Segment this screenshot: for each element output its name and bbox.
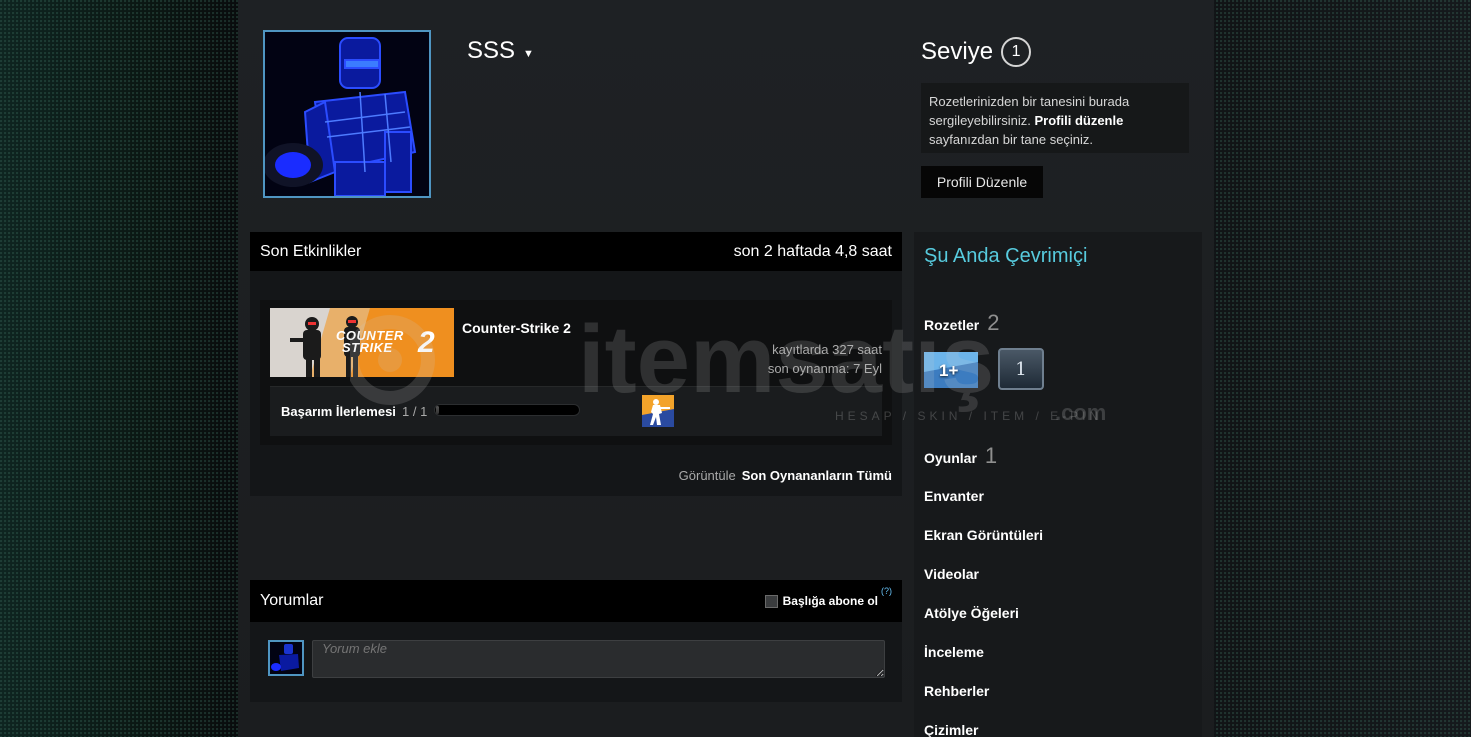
edit-profile-button[interactable]: Profili Düzenle — [921, 166, 1043, 198]
game-name-link[interactable]: Counter-Strike 2 — [462, 320, 571, 336]
badge-years-icon[interactable]: 1+ — [924, 352, 978, 388]
sidebar-item-games[interactable]: Oyunlar 1 — [924, 443, 997, 469]
username-text: SSS — [467, 37, 516, 64]
level-label: Seviye — [921, 38, 994, 65]
edit-profile-link[interactable]: Profili düzenle — [1035, 113, 1124, 128]
username-dropdown[interactable]: SSS ▼ — [467, 37, 534, 65]
badges-count: 2 — [987, 310, 1000, 335]
recent-activity-panel: Son Etkinlikler son 2 haftada 4,8 saat C… — [250, 232, 902, 496]
sidebar-item-workshop[interactable]: Atölye Öğeleri — [924, 605, 1019, 621]
recent-activity-title: Son Etkinlikler — [260, 242, 362, 260]
capsule-text-strike: STRIKE — [342, 340, 393, 355]
subscribe-label[interactable]: Başlığa abone ol — [783, 594, 878, 608]
profile-page: SSS ▼ Seviye 1 Rozetlerinizden bir tanes… — [238, 0, 1214, 737]
achievement-progress-bar — [434, 404, 580, 416]
view-all-recent-link[interactable]: Son Oynananların Tümü — [742, 468, 892, 483]
sidebar-item-reviews[interactable]: İnceleme — [924, 644, 984, 660]
game-card: COUNTER STRIKE 2 Counter-Strike 2 kayıtl… — [260, 300, 892, 445]
badge-years-text: 1+ — [939, 361, 959, 380]
caret-down-icon: ▼ — [523, 48, 534, 60]
level-section: Seviye 1 — [921, 37, 1032, 67]
profile-avatar[interactable] — [263, 30, 431, 198]
last-played: son oynanma: 7 Eyl — [767, 361, 882, 376]
sidebar-item-artwork[interactable]: Çizimler — [924, 722, 978, 737]
avatar-figure-image — [265, 32, 429, 196]
subscribe-checkbox[interactable] — [764, 594, 778, 608]
showcase-text-2: sayfanızdan bir tane seçiniz. — [929, 132, 1094, 147]
comments-panel: Yorumlar Başlığa abone ol (?) — [250, 580, 902, 702]
comments-title: Yorumlar — [260, 592, 324, 609]
cs-soldier-icon — [642, 395, 674, 427]
recent-activity-summary: son 2 haftada 4,8 saat — [733, 242, 892, 260]
profile-sidebar: Şu Anda Çevrimiçi Rozetler 2 1+ 1 Oyunla… — [914, 232, 1202, 737]
view-label: Görüntüle — [678, 468, 736, 483]
capsule-text-2: 2 — [418, 326, 435, 359]
comment-input[interactable] — [312, 640, 885, 678]
hours-on-record: kayıtlarda 327 saat — [772, 342, 882, 357]
achievement-icon[interactable] — [642, 395, 674, 427]
sidebar-item-badges[interactable]: Rozetler 2 — [924, 310, 999, 336]
badge-level-icon[interactable]: 1 — [998, 348, 1044, 390]
subscribe-toggle[interactable]: Başlığa abone ol (?) — [764, 586, 892, 608]
sidebar-item-inventory[interactable]: Envanter — [924, 488, 984, 504]
online-status: Şu Anda Çevrimiçi — [924, 245, 1088, 267]
badges-label: Rozetler — [924, 317, 980, 333]
achievement-label[interactable]: Başarım İlerlemesi — [281, 404, 396, 419]
level-badge[interactable]: 1 — [1001, 37, 1032, 67]
help-link[interactable]: (?) — [881, 586, 892, 596]
achievement-progress-row: Başarım İlerlemesi 1 / 1 — [270, 386, 882, 436]
achievement-progress-fill — [436, 406, 439, 414]
sidebar-item-videos[interactable]: Videolar — [924, 566, 979, 582]
games-count: 1 — [984, 443, 998, 468]
comment-avatar-image — [270, 642, 302, 674]
game-hours: kayıtlarda 327 saat son oynanma: 7 Eyl — [768, 340, 882, 378]
comment-avatar[interactable] — [268, 640, 304, 676]
game-capsule-image[interactable]: COUNTER STRIKE 2 — [270, 308, 454, 377]
sidebar-item-screenshots[interactable]: Ekran Görüntüleri — [924, 527, 1043, 543]
games-label: Oyunlar — [924, 450, 977, 466]
view-all-row: Görüntüle Son Oynananların Tümü — [679, 468, 892, 483]
sidebar-item-guides[interactable]: Rehberler — [924, 683, 989, 699]
recent-activity-header: Son Etkinlikler son 2 haftada 4,8 saat — [250, 232, 902, 271]
badge-showcase-note: Rozetlerinizden bir tanesini burada serg… — [921, 83, 1189, 153]
comments-header: Yorumlar Başlığa abone ol (?) — [250, 580, 902, 622]
achievement-count: 1 / 1 — [402, 404, 428, 419]
capsule-logo: COUNTER STRIKE — [336, 329, 404, 355]
